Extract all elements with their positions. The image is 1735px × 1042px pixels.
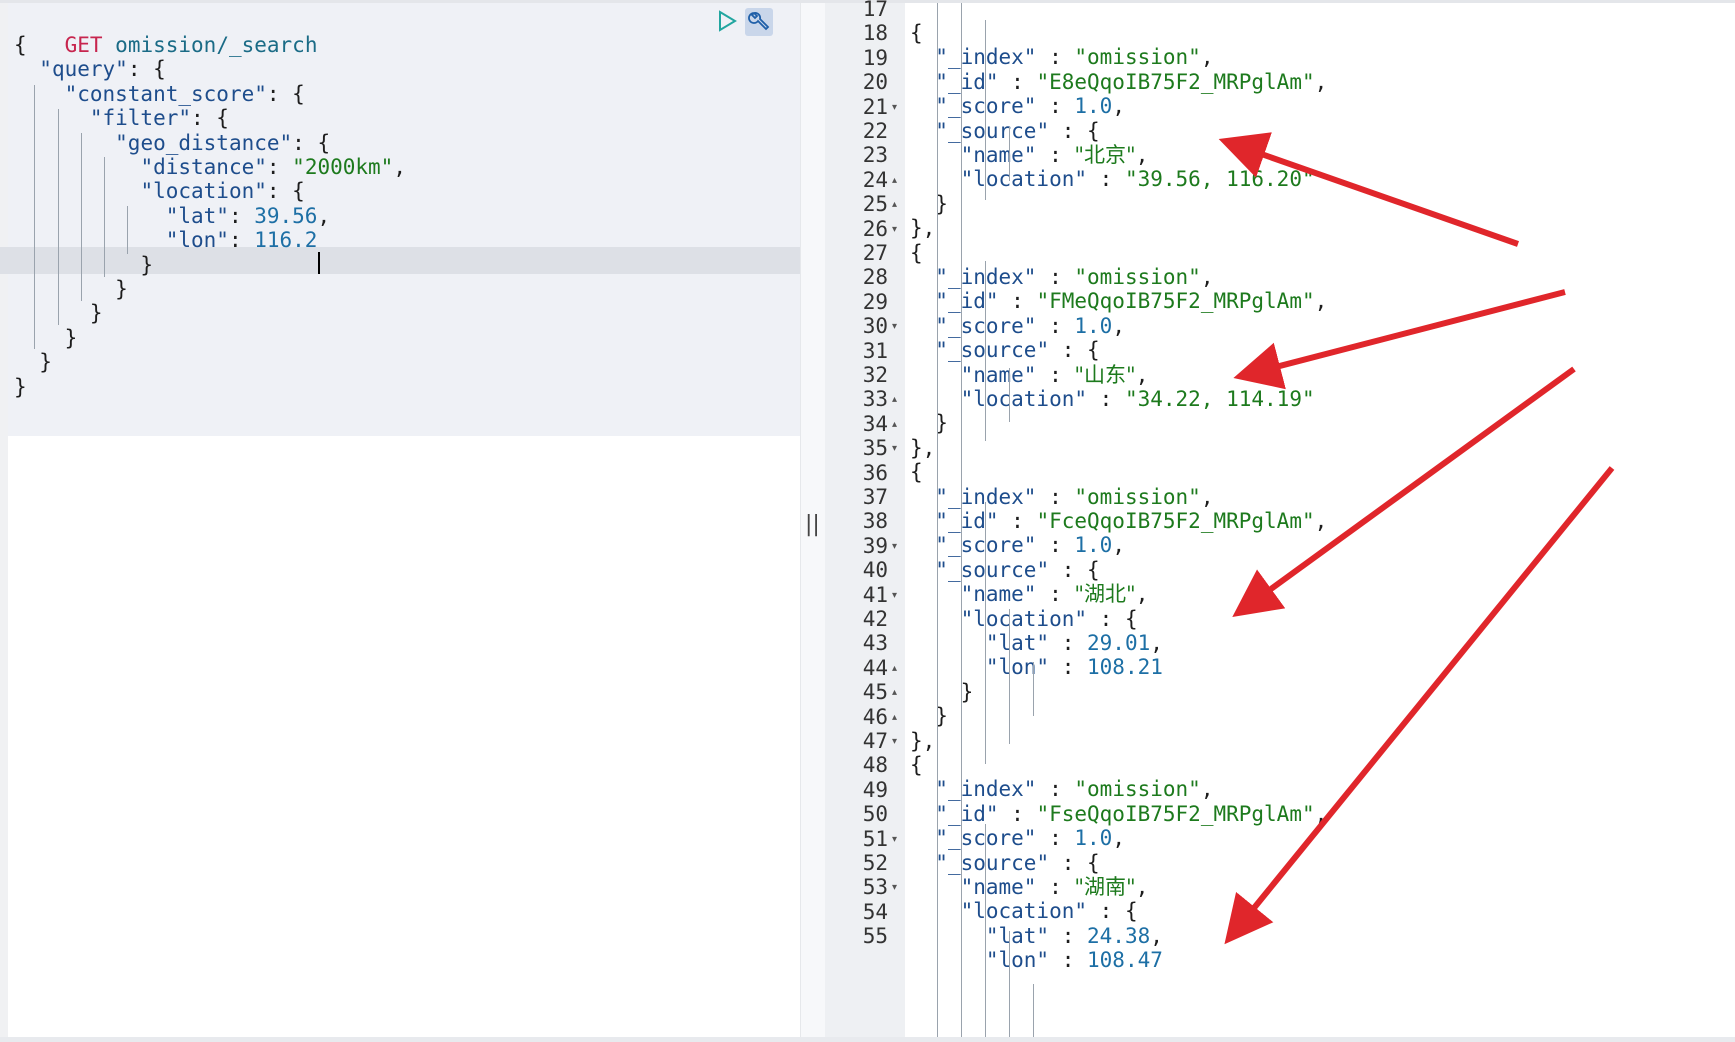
arrow-shandong (1233, 289, 1566, 390)
annotation-arrows (1218, 132, 1615, 945)
bottom-strip (0, 1037, 1735, 1042)
arrow-hunan (1224, 466, 1615, 945)
arrow-beijing (1218, 132, 1519, 247)
